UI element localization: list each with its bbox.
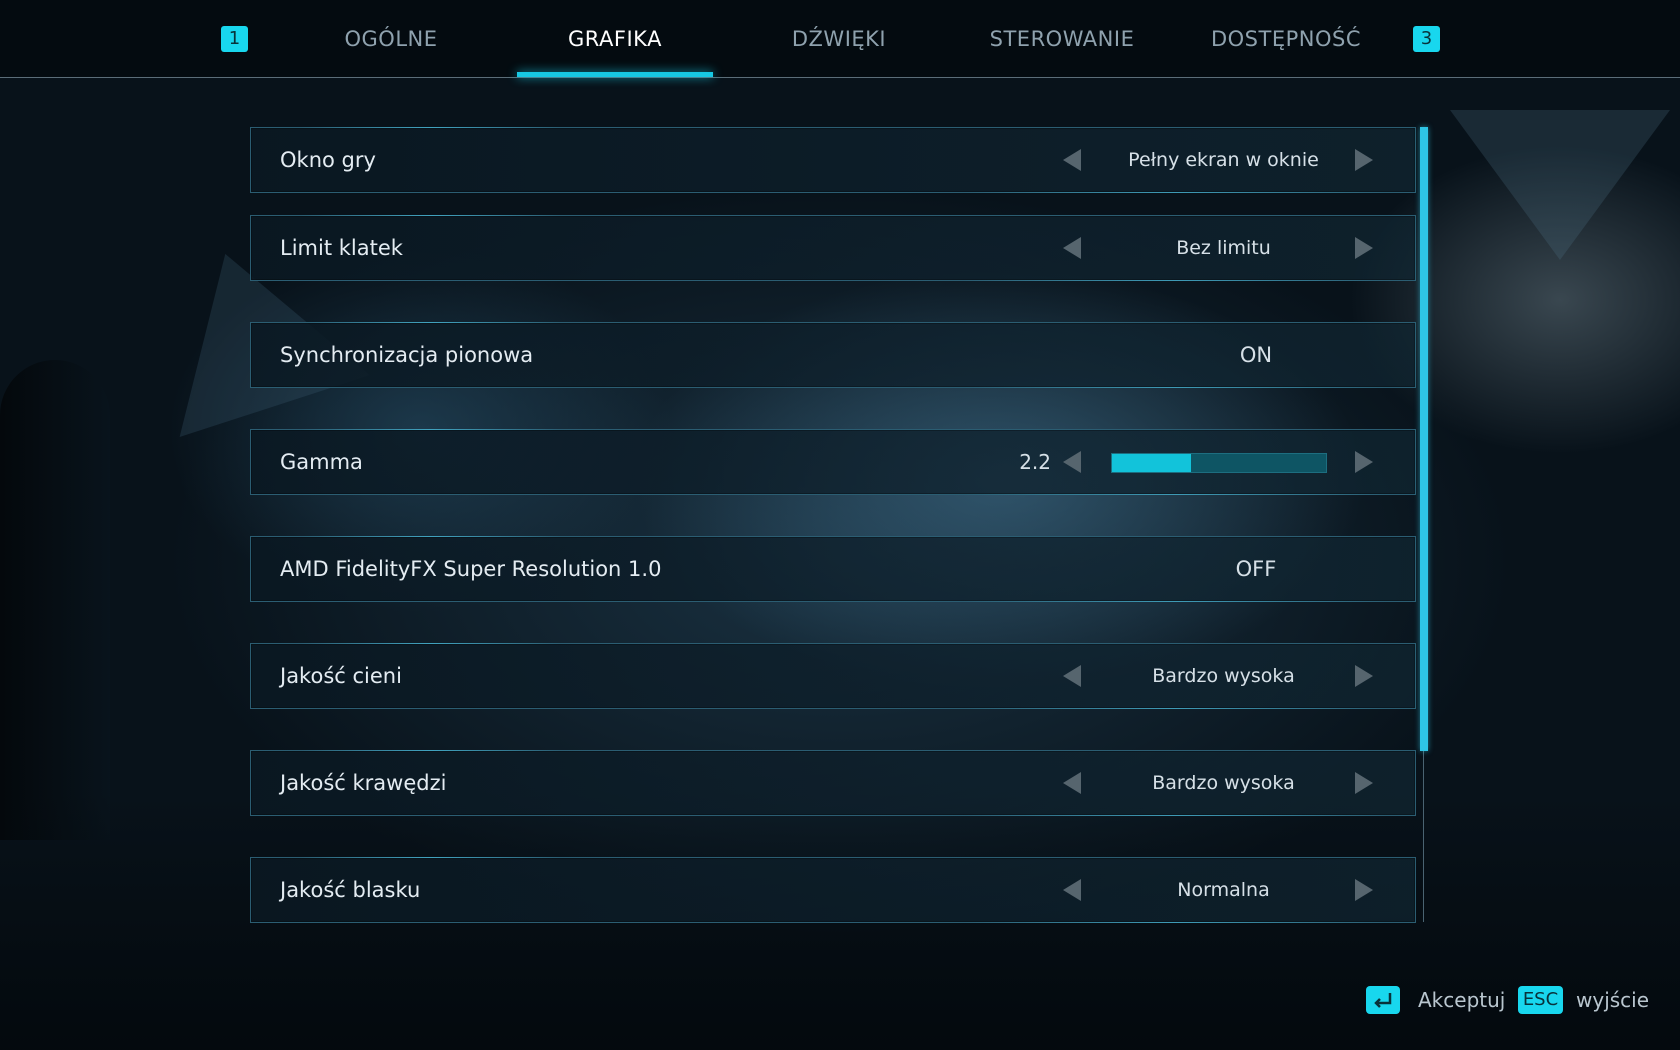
background-column: [0, 360, 110, 840]
settings-tab-bar: 1 OGÓLNE GRAFIKA DŹWIĘKI STEROWANIE DOST…: [0, 0, 1680, 78]
exit-label[interactable]: wyjście: [1576, 984, 1649, 1016]
arrow-right-icon[interactable]: [1355, 237, 1373, 259]
arrow-left-icon[interactable]: [1063, 451, 1081, 473]
setting-row-vsync[interactable]: Synchronizacja pionowa ON: [250, 322, 1416, 388]
setting-label: Gamma: [280, 450, 363, 474]
tab-dostepnosc[interactable]: DOSTĘPNOŚĆ: [1188, 0, 1384, 77]
setting-label: Jakość blasku: [280, 878, 421, 902]
tab-sterowanie[interactable]: STEROWANIE: [964, 0, 1160, 77]
setting-label: Jakość cieni: [280, 664, 402, 688]
setting-row-gamma[interactable]: Gamma 2.2: [250, 429, 1416, 495]
setting-label: Jakość krawędzi: [280, 771, 447, 795]
setting-row-jakosc-krawedzi[interactable]: Jakość krawędzi Bardzo wysoka: [250, 750, 1416, 816]
setting-label: Okno gry: [280, 148, 376, 172]
arrow-left-icon[interactable]: [1063, 772, 1081, 794]
arrow-right-icon[interactable]: [1355, 772, 1373, 794]
tab-dzwieki[interactable]: DŹWIĘKI: [741, 0, 937, 77]
arrow-right-icon[interactable]: [1355, 149, 1373, 171]
arrow-right-icon[interactable]: [1355, 665, 1373, 687]
setting-value: Bez limitu: [1176, 237, 1271, 259]
setting-row-limit-klatek[interactable]: Limit klatek Bez limitu: [250, 215, 1416, 281]
gamma-slider[interactable]: [1111, 453, 1327, 473]
arrow-left-icon[interactable]: [1063, 237, 1081, 259]
setting-value: Pełny ekran w oknie: [1128, 149, 1319, 171]
scrollbar-thumb[interactable]: [1420, 127, 1428, 751]
setting-toggle-value[interactable]: ON: [1201, 323, 1311, 387]
esc-key-badge[interactable]: ESC: [1518, 986, 1563, 1014]
arrow-right-icon[interactable]: [1355, 879, 1373, 901]
accept-label[interactable]: Akceptuj: [1418, 984, 1505, 1016]
gamma-slider-fill: [1112, 454, 1192, 472]
setting-row-jakosc-cieni[interactable]: Jakość cieni Bardzo wysoka: [250, 643, 1416, 709]
setting-value: Bardzo wysoka: [1152, 772, 1295, 794]
setting-label: Synchronizacja pionowa: [280, 343, 534, 367]
arrow-left-icon[interactable]: [1063, 879, 1081, 901]
tab-ogolne[interactable]: OGÓLNE: [293, 0, 489, 77]
setting-row-fsr[interactable]: AMD FidelityFX Super Resolution 1.0 OFF: [250, 536, 1416, 602]
setting-toggle-value[interactable]: OFF: [1201, 537, 1311, 601]
tab-grafika[interactable]: GRAFIKA: [517, 0, 713, 77]
gamma-value: 2.2: [1019, 450, 1051, 474]
enter-key-icon[interactable]: [1366, 986, 1400, 1014]
setting-value: Bardzo wysoka: [1152, 665, 1295, 687]
setting-row-jakosc-blasku[interactable]: Jakość blasku Normalna: [250, 857, 1416, 923]
background-shape: [1450, 110, 1670, 260]
arrow-left-icon[interactable]: [1063, 149, 1081, 171]
setting-label: AMD FidelityFX Super Resolution 1.0: [280, 557, 662, 581]
setting-value: Normalna: [1177, 879, 1270, 901]
next-tab-key-badge[interactable]: 3: [1413, 26, 1440, 52]
prev-tab-key-badge[interactable]: 1: [221, 26, 248, 52]
setting-row-okno-gry[interactable]: Okno gry Pełny ekran w oknie: [250, 127, 1416, 193]
arrow-right-icon[interactable]: [1355, 451, 1373, 473]
arrow-left-icon[interactable]: [1063, 665, 1081, 687]
setting-label: Limit klatek: [280, 236, 403, 260]
